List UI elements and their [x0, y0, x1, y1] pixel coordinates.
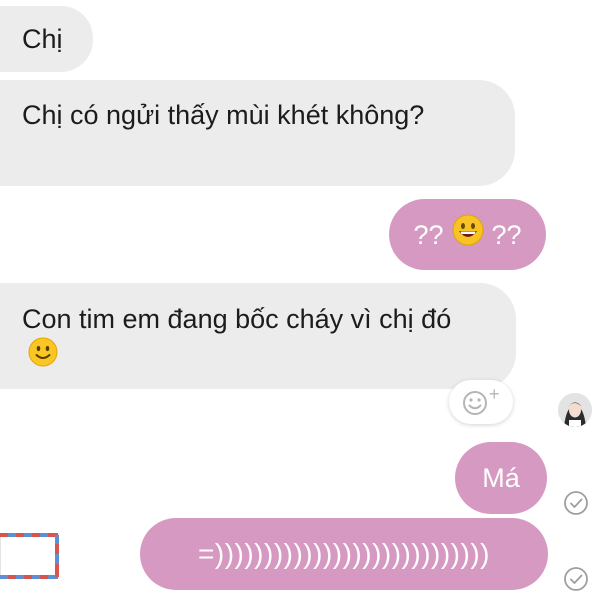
slightly-smiling-face-emoji-icon — [28, 337, 58, 376]
airmail-envelope-icon — [0, 533, 59, 579]
reaction-plus: + — [489, 384, 500, 404]
outgoing-message-bubble[interactable]: =)))))))))))))))))))))))))))) — [140, 518, 548, 590]
message-text: Con tim em đang bốc cháy vì chị đó — [22, 304, 452, 334]
message-text: Má — [482, 463, 520, 493]
add-reaction-icon — [463, 391, 487, 415]
incoming-message-bubble[interactable]: Con tim em đang bốc cháy vì chị đó — [0, 283, 516, 389]
add-reaction-button[interactable]: + — [449, 380, 513, 424]
message-text: Chị có ngửi thấy mùi khét không? — [22, 100, 425, 130]
message-text: ?? — [491, 219, 522, 250]
message-text: Chị — [22, 24, 63, 54]
outgoing-message-bubble[interactable]: Má — [455, 442, 547, 514]
outgoing-message-bubble[interactable]: ?? ?? — [389, 199, 546, 270]
contact-avatar[interactable] — [558, 393, 592, 427]
seen-check-icon — [564, 491, 588, 515]
message-text: ?? — [413, 219, 444, 250]
message-text: =)))))))))))))))))))))))))))) — [198, 538, 490, 569]
seen-check-icon — [564, 567, 588, 591]
grinning-face-emoji-icon — [452, 214, 484, 255]
incoming-message-bubble[interactable]: Chị — [0, 6, 93, 72]
incoming-message-bubble[interactable]: Chị có ngửi thấy mùi khét không? — [0, 80, 515, 186]
